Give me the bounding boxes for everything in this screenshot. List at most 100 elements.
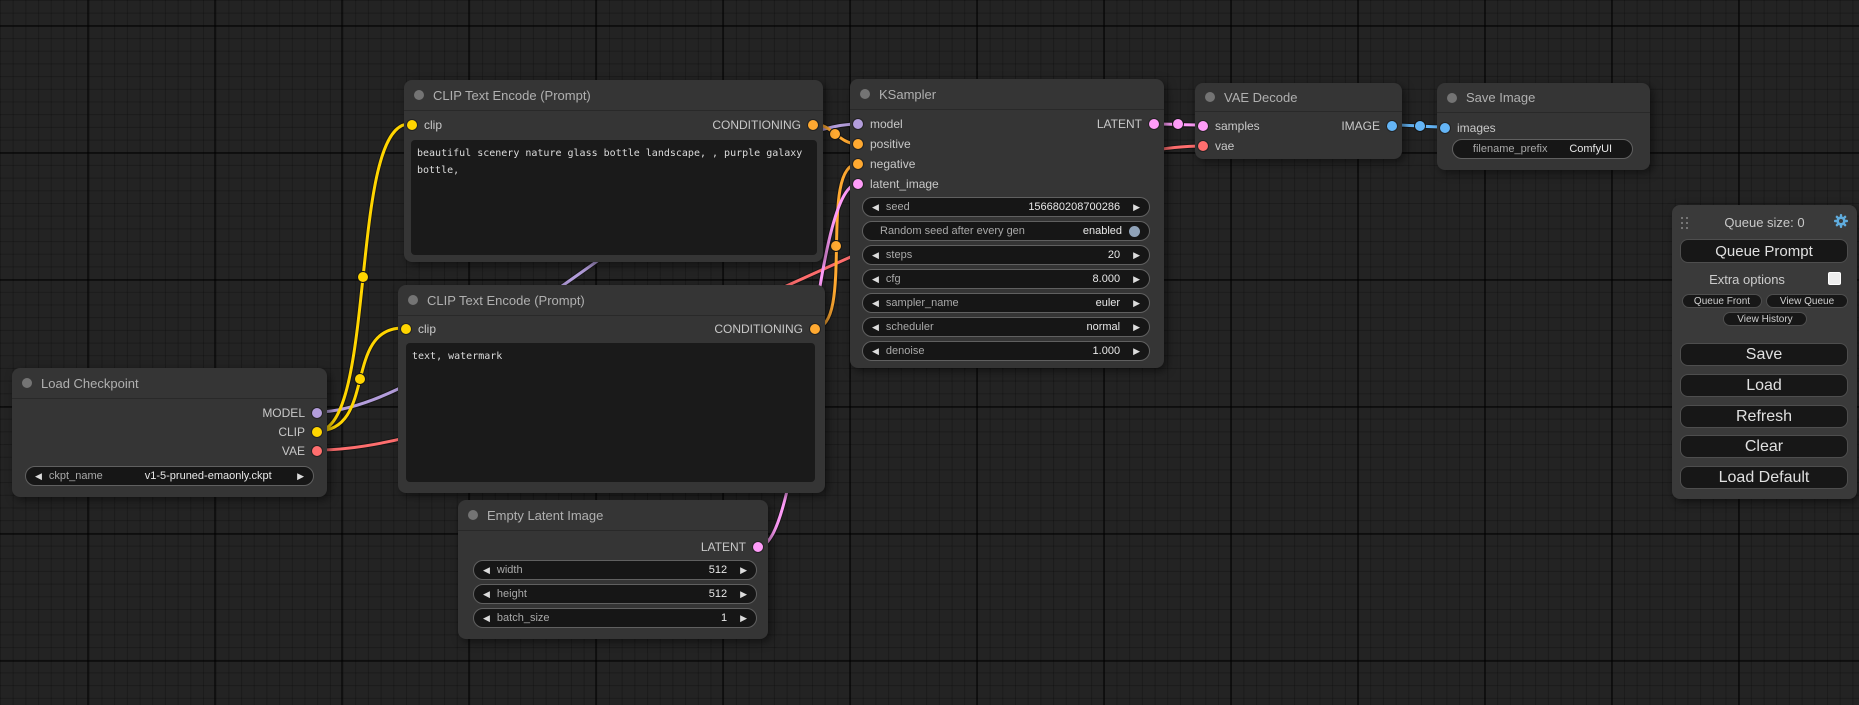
- port-vae-output[interactable]: VAE: [282, 444, 322, 458]
- vae-port-dot[interactable]: [312, 446, 322, 456]
- clip-port-dot[interactable]: [401, 324, 411, 334]
- view-queue-button[interactable]: View Queue: [1766, 294, 1848, 308]
- ckpt-name-widget[interactable]: ◀ ckpt_name v1-5-pruned-emaonly.ckpt ▶: [25, 466, 314, 486]
- left-arrow-icon[interactable]: ◀: [872, 203, 879, 212]
- node-empty-latent-header[interactable]: Empty Latent Image: [458, 500, 768, 531]
- left-arrow-icon[interactable]: ◀: [872, 323, 879, 332]
- node-vae-decode-header[interactable]: VAE Decode: [1195, 83, 1402, 112]
- node-ksampler[interactable]: KSampler model LATENT positive negative …: [850, 79, 1164, 368]
- port-positive-input[interactable]: positive: [853, 137, 911, 151]
- queue-panel[interactable]: Queue size: 0 Queue Prompt Extra options…: [1672, 205, 1857, 499]
- node-clip-positive-header[interactable]: CLIP Text Encode (Prompt): [404, 80, 823, 111]
- node-clip-negative-header[interactable]: CLIP Text Encode (Prompt): [398, 285, 825, 316]
- node-empty-latent-image[interactable]: Empty Latent Image LATENT ◀ width 512 ▶ …: [458, 500, 768, 639]
- clip-port-dot[interactable]: [312, 427, 322, 437]
- right-arrow-icon[interactable]: ▶: [740, 590, 747, 599]
- conditioning-port-dot[interactable]: [810, 324, 820, 334]
- port-image-output[interactable]: IMAGE: [1341, 119, 1397, 133]
- collapse-dot-icon[interactable]: [468, 510, 478, 520]
- right-arrow-icon[interactable]: ▶: [297, 472, 304, 481]
- port-clip-input[interactable]: clip: [407, 118, 442, 132]
- port-vae-input[interactable]: vae: [1198, 139, 1234, 153]
- port-model-output[interactable]: MODEL: [262, 406, 322, 420]
- port-latent-output[interactable]: LATENT: [1097, 117, 1159, 131]
- node-save-image[interactable]: Save Image images filename_prefix ComfyU…: [1437, 83, 1650, 170]
- view-history-button[interactable]: View History: [1723, 312, 1807, 326]
- left-arrow-icon[interactable]: ◀: [35, 472, 42, 481]
- port-clip-output[interactable]: CLIP: [278, 425, 322, 439]
- right-arrow-icon[interactable]: ▶: [1133, 299, 1140, 308]
- collapse-dot-icon[interactable]: [860, 89, 870, 99]
- port-latent-image-input[interactable]: latent_image: [853, 177, 939, 191]
- node-load-checkpoint-header[interactable]: Load Checkpoint: [12, 368, 327, 399]
- port-negative-input[interactable]: negative: [853, 157, 915, 171]
- clear-button[interactable]: Clear: [1680, 435, 1848, 458]
- right-arrow-icon[interactable]: ▶: [1133, 323, 1140, 332]
- queue-front-button[interactable]: Queue Front: [1682, 294, 1762, 308]
- denoise-widget[interactable]: ◀ denoise 1.000 ▶: [862, 341, 1150, 361]
- collapse-dot-icon[interactable]: [408, 295, 418, 305]
- load-default-button[interactable]: Load Default: [1680, 466, 1848, 489]
- filename-prefix-widget[interactable]: filename_prefix ComfyUI: [1452, 139, 1633, 159]
- port-clip-input[interactable]: clip: [401, 322, 436, 336]
- refresh-button[interactable]: Refresh: [1680, 405, 1848, 428]
- random-seed-toggle[interactable]: Random seed after every gen enabled: [862, 221, 1150, 241]
- collapse-dot-icon[interactable]: [1447, 93, 1457, 103]
- right-arrow-icon[interactable]: ▶: [1133, 347, 1140, 356]
- seed-widget[interactable]: ◀ seed 156680208700286 ▶: [862, 197, 1150, 217]
- right-arrow-icon[interactable]: ▶: [1133, 251, 1140, 260]
- latent-port-dot[interactable]: [1149, 119, 1159, 129]
- conditioning-port-dot[interactable]: [808, 120, 818, 130]
- node-clip-text-encode-negative[interactable]: CLIP Text Encode (Prompt) clip CONDITION…: [398, 285, 825, 493]
- latent-port-dot[interactable]: [753, 542, 763, 552]
- image-port-dot[interactable]: [1387, 121, 1397, 131]
- conditioning-port-dot[interactable]: [853, 159, 863, 169]
- batch-size-widget[interactable]: ◀ batch_size 1 ▶: [473, 608, 757, 628]
- port-conditioning-output[interactable]: CONDITIONING: [714, 322, 820, 336]
- left-arrow-icon[interactable]: ◀: [483, 566, 490, 575]
- model-port-dot[interactable]: [853, 119, 863, 129]
- load-button[interactable]: Load: [1680, 374, 1848, 397]
- port-latent-output[interactable]: LATENT: [701, 540, 763, 554]
- left-arrow-icon[interactable]: ◀: [872, 347, 879, 356]
- node-clip-text-encode-positive[interactable]: CLIP Text Encode (Prompt) clip CONDITION…: [404, 80, 823, 262]
- extra-options-checkbox[interactable]: [1828, 272, 1841, 285]
- height-widget[interactable]: ◀ height 512 ▶: [473, 584, 757, 604]
- left-arrow-icon[interactable]: ◀: [872, 299, 879, 308]
- image-port-dot[interactable]: [1440, 123, 1450, 133]
- sampler-name-widget[interactable]: ◀ sampler_name euler ▶: [862, 293, 1150, 313]
- left-arrow-icon[interactable]: ◀: [483, 614, 490, 623]
- vae-port-dot[interactable]: [1198, 141, 1208, 151]
- save-button[interactable]: Save: [1680, 343, 1848, 366]
- right-arrow-icon[interactable]: ▶: [740, 614, 747, 623]
- port-images-input[interactable]: images: [1440, 121, 1496, 135]
- left-arrow-icon[interactable]: ◀: [872, 275, 879, 284]
- node-save-image-header[interactable]: Save Image: [1437, 83, 1650, 113]
- width-widget[interactable]: ◀ width 512 ▶: [473, 560, 757, 580]
- model-port-dot[interactable]: [312, 408, 322, 418]
- collapse-dot-icon[interactable]: [1205, 92, 1215, 102]
- left-arrow-icon[interactable]: ◀: [872, 251, 879, 260]
- conditioning-port-dot[interactable]: [853, 139, 863, 149]
- port-conditioning-output[interactable]: CONDITIONING: [712, 118, 818, 132]
- node-load-checkpoint[interactable]: Load Checkpoint MODEL CLIP VAE ◀ ckpt_na…: [12, 368, 327, 497]
- collapse-dot-icon[interactable]: [414, 90, 424, 100]
- cfg-widget[interactable]: ◀ cfg 8.000 ▶: [862, 269, 1150, 289]
- latent-port-dot[interactable]: [853, 179, 863, 189]
- settings-gear-icon[interactable]: [1833, 213, 1849, 229]
- steps-widget[interactable]: ◀ steps 20 ▶: [862, 245, 1150, 265]
- collapse-dot-icon[interactable]: [22, 378, 32, 388]
- port-model-input[interactable]: model: [853, 117, 903, 131]
- queue-prompt-button[interactable]: Queue Prompt: [1680, 239, 1848, 263]
- negative-prompt-textarea[interactable]: text, watermark: [406, 343, 815, 482]
- right-arrow-icon[interactable]: ▶: [740, 566, 747, 575]
- right-arrow-icon[interactable]: ▶: [1133, 203, 1140, 212]
- toggle-dot[interactable]: [1129, 226, 1140, 237]
- node-ksampler-header[interactable]: KSampler: [850, 79, 1164, 110]
- clip-port-dot[interactable]: [407, 120, 417, 130]
- scheduler-widget[interactable]: ◀ scheduler normal ▶: [862, 317, 1150, 337]
- positive-prompt-textarea[interactable]: beautiful scenery nature glass bottle la…: [411, 140, 817, 255]
- node-vae-decode[interactable]: VAE Decode samples IMAGE vae: [1195, 83, 1402, 159]
- right-arrow-icon[interactable]: ▶: [1133, 275, 1140, 284]
- latent-port-dot[interactable]: [1198, 121, 1208, 131]
